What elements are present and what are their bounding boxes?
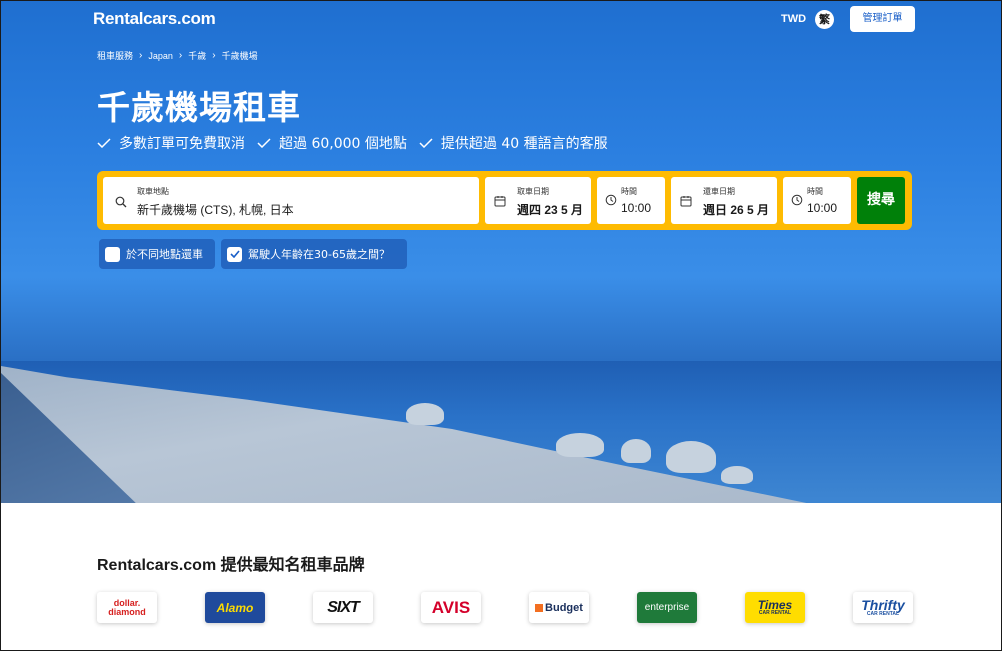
brand-name: SIXT bbox=[327, 598, 360, 616]
brand-logo-thrifty: Thrifty CAR RENTAL bbox=[853, 592, 913, 623]
check-icon bbox=[97, 138, 111, 148]
brand-logo-enterprise: enterprise bbox=[637, 592, 697, 623]
feature-text: 多數訂單可免費取消 bbox=[119, 136, 245, 152]
dropoff-time-field[interactable]: 時間 10:00 bbox=[783, 177, 851, 224]
dropoff-date-value[interactable]: 週日 26 5 月 bbox=[703, 201, 769, 218]
breadcrumb-item-current: 千歲機場 bbox=[221, 51, 258, 61]
brand-logo-times: Times CAR RENTAL bbox=[745, 592, 805, 623]
brand-mark bbox=[535, 603, 544, 612]
pickup-time-label: 時間 bbox=[621, 187, 637, 196]
check-icon bbox=[419, 138, 433, 148]
brand-logo-budget: Budget bbox=[529, 592, 589, 623]
hero-background: Rentalcars.com TWD 繁 管理訂單 租車服務 › Japan ›… bbox=[1, 1, 1001, 503]
dropoff-date-label: 還車日期 bbox=[703, 187, 735, 196]
feature-text: 提供超過 40 種語言的客服 bbox=[440, 136, 608, 152]
dropoff-time-value[interactable]: 10:00 bbox=[807, 201, 837, 215]
chevron-right-icon: › bbox=[178, 50, 183, 61]
brand-logo-dollar-diamond: dollar. diamond bbox=[97, 592, 157, 623]
breadcrumb: 租車服務 › Japan › 千歲 › 千歲機場 bbox=[97, 49, 258, 62]
search-form: 取車地點 新千歲機場 (CTS), 札幌, 日本 取車日期 週四 23 5 月 … bbox=[97, 171, 912, 230]
brand-name: Budget bbox=[545, 601, 583, 614]
chevron-right-icon: › bbox=[139, 50, 143, 61]
pickup-location-value[interactable]: 新千歲機場 (CTS), 札幌, 日本 bbox=[137, 201, 294, 218]
rock bbox=[721, 466, 753, 484]
rock bbox=[556, 433, 604, 457]
feature-item: 提供超過 40 種語言的客服 bbox=[419, 133, 608, 153]
pickup-date-label: 取車日期 bbox=[517, 187, 549, 196]
driver-age-option[interactable]: 駕駛人年齡在30-65歲之間？ bbox=[221, 239, 407, 269]
brand-logo-alamo: Alamo bbox=[205, 592, 265, 623]
dropoff-time-label: 時間 bbox=[807, 187, 823, 196]
different-dropoff-label[interactable]: 於不同地點還車 bbox=[126, 246, 203, 262]
calendar-icon bbox=[680, 196, 692, 207]
pickup-location-label: 取車地點 bbox=[137, 187, 169, 196]
check-icon bbox=[229, 250, 240, 258]
breadcrumb-item-city[interactable]: 千歲 bbox=[188, 49, 206, 62]
brand-sub: CAR RENTAL bbox=[866, 611, 900, 617]
feature-item: 超過 60,000 個地點 bbox=[257, 133, 407, 153]
check-icon bbox=[257, 138, 271, 148]
pickup-date-value[interactable]: 週四 23 5 月 bbox=[517, 201, 583, 218]
language-selector[interactable]: 繁 bbox=[815, 10, 834, 29]
clock-icon bbox=[791, 194, 803, 206]
brand-sub: CAR RENTAL bbox=[758, 610, 792, 616]
feature-text: 超過 60,000 個地點 bbox=[279, 136, 407, 152]
breadcrumb-item-country[interactable]: Japan bbox=[148, 51, 173, 61]
driver-age-checkbox[interactable] bbox=[227, 246, 242, 262]
pickup-time-field[interactable]: 時間 10:00 bbox=[597, 177, 665, 224]
different-dropoff-option[interactable]: 於不同地點還車 bbox=[99, 239, 215, 269]
brand-name: Thrifty bbox=[861, 597, 905, 613]
brand-logo-avis: AVIS bbox=[421, 592, 481, 623]
brand-name: enterprise bbox=[644, 602, 690, 613]
manage-booking-button[interactable]: 管理訂單 bbox=[850, 6, 915, 32]
brand-logo-list: dollar. diamond Alamo SIXT AVIS Budget e… bbox=[97, 592, 913, 623]
brand-name: Alamo bbox=[212, 598, 258, 617]
search-options: 於不同地點還車 駕駛人年齡在30-65歲之間？ bbox=[99, 239, 407, 269]
feature-item: 多數訂單可免費取消 bbox=[97, 133, 245, 153]
rock bbox=[666, 441, 716, 473]
driver-age-label[interactable]: 駕駛人年齡在30-65歲之間？ bbox=[248, 246, 390, 262]
brand-line-2: diamond bbox=[108, 606, 146, 617]
brands-section-title: Rentalcars.com 提供最知名租車品牌 bbox=[97, 557, 365, 574]
feature-list: 多數訂單可免費取消 超過 60,000 個地點 提供超過 40 種語言的客服 bbox=[97, 133, 608, 153]
brand-name: AVIS bbox=[431, 597, 471, 617]
pickup-location-field[interactable]: 取車地點 新千歲機場 (CTS), 札幌, 日本 bbox=[103, 177, 479, 224]
pickup-date-field[interactable]: 取車日期 週四 23 5 月 bbox=[485, 177, 591, 224]
different-dropoff-checkbox[interactable] bbox=[105, 246, 120, 262]
rock bbox=[621, 439, 651, 463]
search-icon bbox=[115, 196, 127, 208]
currency-selector[interactable]: TWD bbox=[781, 13, 806, 25]
dropoff-date-field[interactable]: 還車日期 週日 26 5 月 bbox=[671, 177, 777, 224]
search-button[interactable]: 搜尋 bbox=[857, 177, 905, 224]
rock bbox=[406, 403, 444, 425]
page-title: 千歲機場租車 bbox=[97, 88, 301, 127]
pickup-time-value[interactable]: 10:00 bbox=[621, 201, 651, 215]
breadcrumb-item-car-rental[interactable]: 租車服務 bbox=[97, 49, 133, 62]
chevron-right-icon: › bbox=[212, 50, 216, 61]
calendar-icon bbox=[494, 196, 506, 207]
brand-logo-sixt: SIXT bbox=[313, 592, 373, 623]
clock-icon bbox=[605, 194, 617, 206]
site-logo[interactable]: Rentalcars.com bbox=[93, 9, 216, 29]
top-navigation: Rentalcars.com TWD 繁 管理訂單 bbox=[1, 1, 1001, 39]
